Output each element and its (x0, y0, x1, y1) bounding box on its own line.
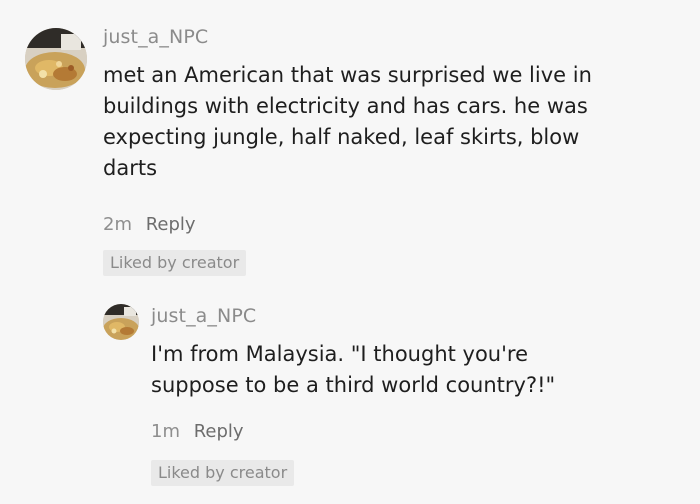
comment-meta: 1m Reply (151, 421, 244, 442)
avatar-food-image (103, 304, 139, 340)
comment-text-line: expecting jungle, half naked, leaf skirt… (103, 125, 580, 149)
comment-timestamp: 1m (151, 421, 180, 442)
reply-button[interactable]: Reply (194, 421, 244, 442)
comment-username[interactable]: just_a_NPC (103, 26, 208, 48)
comment-thread: just_a_NPC met an American that was surp… (0, 0, 700, 504)
comment-username[interactable]: just_a_NPC (151, 305, 256, 327)
reply-button[interactable]: Reply (146, 214, 196, 235)
comment-text-line: buildings with electricity and has cars.… (103, 94, 588, 118)
comment-text: met an American that was surprised we li… (103, 60, 683, 184)
comment-text-line: I'm from Malaysia. "I thought you're (151, 342, 528, 366)
comment-text-line: darts (103, 156, 158, 180)
comment-text: I'm from Malaysia. "I thought you're sup… (151, 339, 671, 401)
comment-text-line: suppose to be a third world country?!" (151, 373, 556, 397)
liked-by-creator-badge: Liked by creator (103, 250, 247, 276)
comment-meta: 2m Reply (103, 214, 196, 235)
avatar[interactable] (103, 304, 139, 340)
avatar-food-image (25, 28, 87, 90)
avatar[interactable] (25, 28, 87, 90)
comment-text-line: met an American that was surprised we li… (103, 63, 592, 87)
comment-timestamp: 2m (103, 214, 132, 235)
liked-by-creator-badge: Liked by creator (151, 460, 295, 486)
